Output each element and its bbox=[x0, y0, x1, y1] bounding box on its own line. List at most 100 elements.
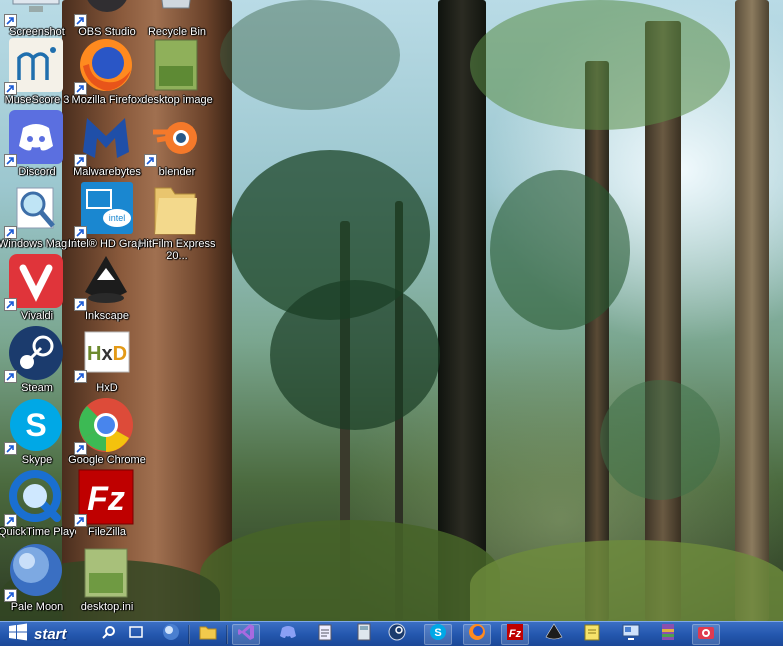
wallpaper-tree-trunk bbox=[735, 0, 769, 621]
icon-label: Skype bbox=[21, 454, 53, 466]
icon-label: QuickTime Player bbox=[0, 526, 76, 538]
skype-icon: S bbox=[429, 623, 447, 646]
desktop-icon-screenshot[interactable]: Screenshot bbox=[2, 0, 72, 38]
taskbar-separator bbox=[226, 625, 228, 644]
image-file-icon bbox=[147, 36, 205, 94]
firefox-icon bbox=[468, 623, 486, 646]
desktop-icon-inkscape[interactable]: Inkscape bbox=[72, 250, 142, 322]
desktop-icon-chrome[interactable]: Google Chrome bbox=[68, 394, 146, 466]
search-icon bbox=[102, 625, 116, 644]
calculator-icon bbox=[357, 623, 371, 646]
wallpaper-foliage bbox=[270, 280, 440, 430]
desktop-icon-desktop-image[interactable]: desktop image bbox=[141, 34, 213, 106]
desktop-icon-recycle-bin[interactable]: Recycle Bin bbox=[142, 0, 212, 38]
svg-text:S: S bbox=[25, 407, 46, 443]
start-label: start bbox=[34, 625, 67, 643]
wallpaper-ferns bbox=[470, 540, 783, 621]
icon-label: Inkscape bbox=[84, 310, 130, 322]
desktop-icon-filezilla[interactable]: Fz FileZilla bbox=[72, 466, 142, 538]
svg-text:HxD: HxD bbox=[87, 343, 127, 365]
icon-label: Discord bbox=[18, 166, 56, 178]
taskbar-firefox-button[interactable] bbox=[463, 624, 491, 645]
svg-text:Fz: Fz bbox=[509, 628, 522, 640]
wallpaper-foliage bbox=[470, 0, 730, 130]
svg-text:S: S bbox=[434, 627, 441, 639]
steam-icon bbox=[388, 623, 406, 646]
desktop-icon-musescore[interactable]: MuseScore 3 bbox=[2, 34, 72, 106]
taskbar-separator bbox=[188, 625, 190, 644]
taskbar-archive-button[interactable] bbox=[654, 624, 682, 645]
taskbar-calculator-button[interactable] bbox=[350, 623, 378, 646]
desktop-icon-skype[interactable]: S Skype bbox=[2, 394, 72, 466]
desktop-icon-desktop-ini[interactable]: desktop.ini bbox=[72, 541, 142, 613]
desktop-icon-obs[interactable]: OBS Studio bbox=[72, 0, 142, 38]
icon-label: HitFilm Express 20... bbox=[138, 238, 216, 262]
start-button[interactable]: start bbox=[0, 622, 92, 646]
filezilla-icon: Fz bbox=[506, 623, 524, 646]
taskbar-task-view-button[interactable] bbox=[122, 624, 150, 645]
taskbar-pale-moon-button[interactable] bbox=[157, 624, 185, 645]
desktop-icon-hxd[interactable]: HxD HxD bbox=[72, 322, 142, 394]
windows-logo-icon bbox=[8, 623, 28, 645]
taskbar-discord-button[interactable] bbox=[274, 624, 302, 645]
pale-moon-icon bbox=[162, 623, 180, 646]
taskbar-skype-button[interactable]: S bbox=[424, 624, 452, 645]
wallpaper-foliage bbox=[220, 0, 400, 110]
wallpaper-tree-trunk bbox=[585, 61, 609, 621]
taskbar-steam-button[interactable] bbox=[383, 623, 411, 646]
task-view-icon bbox=[128, 625, 144, 644]
taskbar: start S Fz bbox=[0, 621, 783, 646]
icon-label: blender bbox=[158, 166, 196, 178]
desktop-icon-intel-graphics[interactable]: intel Intel® HD Graphics bbox=[68, 178, 146, 250]
icon-label: Steam bbox=[21, 382, 53, 394]
desktop-icon-quicktime[interactable]: QuickTime Player bbox=[0, 466, 76, 538]
desktop-icon-firefox[interactable]: Mozilla Firefox bbox=[72, 34, 142, 106]
taskbar-notepad-button[interactable] bbox=[311, 624, 339, 645]
icon-label: Mozilla Firefox bbox=[71, 94, 143, 106]
archive-icon bbox=[660, 623, 676, 646]
icon-label: Malwarebytes bbox=[73, 166, 141, 178]
wallpaper-foliage bbox=[600, 380, 720, 500]
desktop-icon-blender[interactable]: blender bbox=[142, 106, 212, 178]
desktop-icon-magnifier[interactable]: Windows Magnifier bbox=[0, 178, 76, 250]
taskbar-sticky-notes-button[interactable] bbox=[578, 624, 606, 645]
taskbar-file-explorer-button[interactable] bbox=[194, 624, 222, 645]
taskbar-inkscape-button[interactable] bbox=[540, 623, 568, 646]
icon-label: desktop image bbox=[141, 94, 213, 106]
icon-label: Windows Magnifier bbox=[0, 238, 76, 250]
taskbar-camera-button[interactable] bbox=[692, 624, 720, 645]
icon-label: HxD bbox=[96, 382, 118, 394]
desktop-icon-vivaldi[interactable]: Vivaldi bbox=[2, 250, 72, 322]
wallpaper-ferns bbox=[200, 520, 500, 621]
sticky-notes-icon bbox=[584, 623, 600, 646]
desktop-icon-steam[interactable]: Steam bbox=[2, 322, 72, 394]
file-explorer-icon bbox=[199, 624, 217, 645]
notepad-icon bbox=[317, 623, 333, 646]
taskbar-filezilla-button[interactable]: Fz bbox=[501, 624, 529, 645]
ini-file-icon bbox=[77, 543, 135, 601]
icon-label: desktop.ini bbox=[80, 601, 134, 613]
desktop-icon-malwarebytes[interactable]: Malwarebytes bbox=[72, 106, 142, 178]
icon-label: MuseScore 3 bbox=[4, 94, 70, 106]
inkscape-icon bbox=[545, 623, 563, 646]
icon-label: Pale Moon bbox=[10, 601, 64, 613]
svg-text:Fz: Fz bbox=[87, 480, 125, 518]
discord-icon bbox=[279, 624, 297, 645]
desktop-icon-pale-moon[interactable]: Pale Moon bbox=[2, 541, 72, 613]
visual-studio-icon bbox=[237, 623, 255, 646]
wallpaper-foliage bbox=[490, 170, 630, 330]
recycle-bin-icon bbox=[147, 0, 205, 26]
folder-icon bbox=[147, 180, 205, 238]
taskbar-remote-desktop-button[interactable] bbox=[617, 624, 645, 645]
svg-text:intel: intel bbox=[109, 213, 126, 223]
camera-icon bbox=[697, 624, 715, 645]
remote-desktop-icon bbox=[622, 624, 640, 645]
taskbar-visual-studio-button[interactable] bbox=[232, 624, 260, 645]
desktop-icon-discord[interactable]: Discord bbox=[2, 106, 72, 178]
taskbar-search-button[interactable] bbox=[95, 624, 123, 645]
icon-label: FileZilla bbox=[88, 526, 126, 538]
icon-label: Intel® HD Graphics bbox=[68, 238, 146, 250]
wallpaper-tree-trunk bbox=[438, 0, 486, 621]
icon-label: Google Chrome bbox=[68, 454, 146, 466]
desktop-icon-hitfilm[interactable]: HitFilm Express 20... bbox=[138, 178, 216, 262]
